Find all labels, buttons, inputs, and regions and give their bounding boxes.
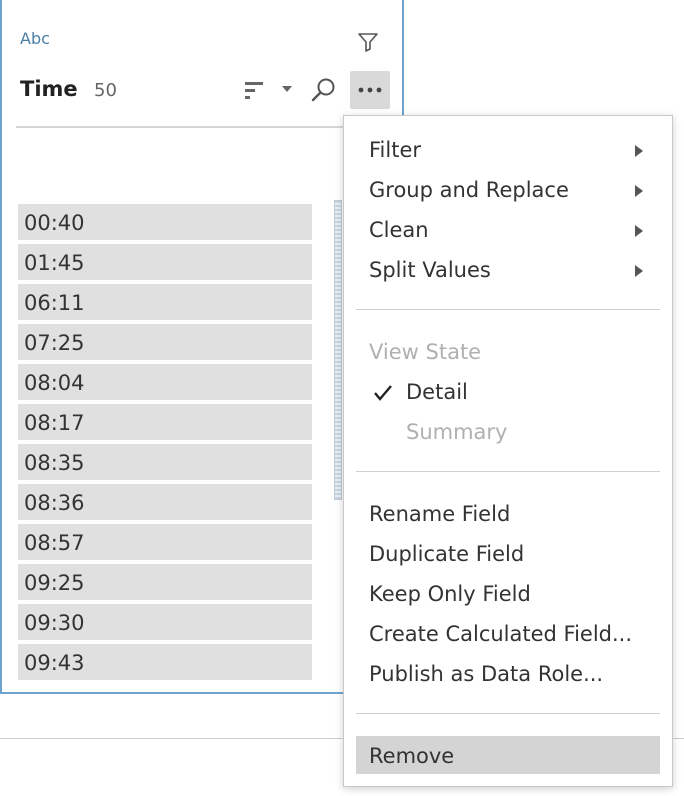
value-row[interactable]: 09:25 — [18, 564, 312, 600]
menu-item-summary: Summary — [356, 414, 660, 450]
menu-item-keep-only-field[interactable]: Keep Only Field — [356, 576, 660, 612]
menu-item-label: Clean — [369, 218, 429, 242]
field-count: 50 — [94, 80, 117, 101]
menu-item-split-values[interactable]: Split Values — [356, 252, 660, 288]
value-row[interactable]: 08:57 — [18, 524, 312, 560]
value-row[interactable]: 09:43 — [18, 644, 312, 680]
chevron-right-icon — [635, 185, 643, 197]
menu-item-label: Split Values — [369, 258, 491, 282]
chevron-right-icon — [635, 145, 643, 157]
menu-item-rename-field[interactable]: Rename Field — [356, 496, 660, 532]
chevron-right-icon — [635, 225, 643, 237]
menu-item-group-and-replace[interactable]: Group and Replace — [356, 172, 660, 208]
chevron-down-icon[interactable] — [280, 84, 294, 94]
value-row[interactable]: 06:11 — [18, 284, 312, 320]
menu-item-filter[interactable]: Filter — [356, 132, 660, 168]
menu-item-label: Group and Replace — [369, 178, 569, 202]
check-icon — [374, 385, 392, 401]
chevron-right-icon — [635, 265, 643, 277]
value-row[interactable]: 08:36 — [18, 484, 312, 520]
values-scrollbar[interactable] — [334, 200, 342, 500]
menu-item-publish-as-data-role[interactable]: Publish as Data Role... — [356, 656, 660, 692]
menu-item-duplicate-field[interactable]: Duplicate Field — [356, 536, 660, 572]
menu-item-detail[interactable]: Detail — [356, 374, 660, 410]
menu-divider — [356, 309, 660, 310]
menu-item-label: Filter — [369, 138, 422, 162]
menu-item-create-calculated-field[interactable]: Create Calculated Field... — [356, 616, 660, 652]
value-row[interactable]: 09:30 — [18, 604, 312, 640]
value-row[interactable]: 01:45 — [18, 244, 312, 280]
menu-item-clean[interactable]: Clean — [356, 212, 660, 248]
menu-heading-view-state: View State — [369, 340, 482, 364]
data-type-label[interactable]: Abc — [20, 29, 50, 48]
field-context-menu: Filter Group and Replace Clean Split Val… — [343, 115, 673, 787]
menu-item-label: Detail — [406, 380, 468, 404]
menu-item-remove[interactable]: Remove — [356, 736, 660, 774]
menu-divider — [356, 713, 660, 714]
values-list: 00:40 01:45 06:11 07:25 08:04 08:17 08:3… — [18, 204, 312, 684]
value-row[interactable]: 00:40 — [18, 204, 312, 240]
more-ellipsis-icon — [358, 87, 382, 93]
value-row[interactable]: 08:04 — [18, 364, 312, 400]
filter-funnel-icon[interactable] — [356, 30, 380, 54]
more-options-button[interactable] — [350, 71, 390, 109]
field-name[interactable]: Time — [20, 77, 78, 101]
search-icon[interactable] — [310, 76, 338, 104]
value-row[interactable]: 08:17 — [18, 404, 312, 440]
menu-item-label: Summary — [406, 420, 508, 444]
menu-divider — [356, 471, 660, 472]
sort-bars-icon[interactable] — [242, 80, 266, 102]
header-divider — [16, 126, 390, 128]
value-row[interactable]: 07:25 — [18, 324, 312, 360]
value-row[interactable]: 08:35 — [18, 444, 312, 480]
